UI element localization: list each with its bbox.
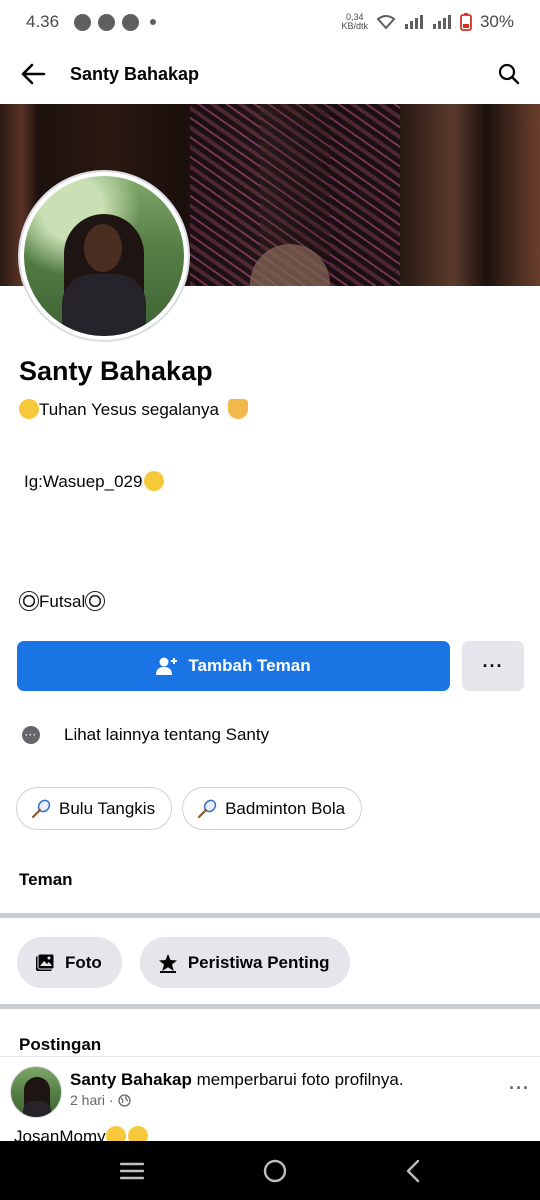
- section-divider: [0, 1004, 540, 1009]
- battery-low-icon: [460, 13, 472, 31]
- star-icon: [158, 953, 177, 973]
- bio-text: Futsal: [39, 592, 86, 611]
- cover-hair-detail: [190, 104, 260, 286]
- avatar-body: [62, 274, 146, 336]
- hushed-face-emoji-icon: [144, 471, 165, 491]
- tab-life-events[interactable]: Peristiwa Penting: [139, 937, 350, 988]
- avatar-image: [24, 176, 184, 336]
- signal-icon-2: [432, 15, 451, 29]
- more-options-label: ···: [482, 655, 504, 676]
- section-divider: [0, 913, 540, 918]
- interest-chip[interactable]: Bulu Tangkis: [16, 787, 173, 830]
- home-icon[interactable]: [262, 1158, 288, 1184]
- profile-name: Santy Bahakap: [19, 356, 213, 386]
- globe-icon: [118, 1093, 131, 1107]
- post-title-line: Santy Bahakap memperbarui foto profilnya…: [70, 1070, 404, 1090]
- more-options-button[interactable]: ···: [462, 641, 524, 691]
- avatar-face: [84, 224, 122, 272]
- tab-photos[interactable]: Foto: [17, 937, 122, 988]
- profile-tabs: Foto Peristiwa Penting: [17, 937, 350, 988]
- post-divider: [0, 1056, 540, 1057]
- arrow-left-icon[interactable]: [20, 63, 46, 85]
- badminton-racket-icon: [31, 799, 51, 818]
- bio-line: Futsal: [19, 591, 106, 612]
- post-author-avatar[interactable]: [10, 1066, 62, 1118]
- post-time[interactable]: 2 hari: [70, 1092, 105, 1108]
- bio-line: Ig:Wasuep_029: [24, 471, 165, 492]
- add-friend-icon: [156, 657, 178, 675]
- interest-label: Bulu Tangkis: [59, 798, 156, 818]
- status-right: 0,34 KB/dtk 30%: [341, 12, 514, 32]
- snapchat-notification-icon: [98, 13, 116, 31]
- recent-apps-icon[interactable]: [119, 1161, 145, 1181]
- see-more-label: Lihat lainnya tentang Santy: [64, 725, 270, 744]
- wifi-icon: [376, 15, 396, 30]
- bio-line: Tuhan Yesus segalanya: [19, 399, 248, 420]
- badminton-racket-icon: [197, 799, 217, 818]
- network-speed-unit: KB/dtk: [341, 21, 368, 31]
- interest-chip[interactable]: Badminton Bola: [182, 787, 363, 830]
- system-navigation-bar: [0, 1141, 540, 1200]
- add-friend-label: Tambah Teman: [188, 656, 311, 675]
- chat-notification-icon: [74, 13, 92, 31]
- post-options-icon[interactable]: ···: [509, 1078, 530, 1099]
- tab-label: Foto: [65, 952, 102, 972]
- soccer-ball-emoji-icon: [85, 591, 106, 611]
- post-meta: 2 hari ·: [70, 1092, 131, 1108]
- soccer-ball-emoji-icon: [19, 591, 39, 611]
- profile-avatar[interactable]: [18, 170, 190, 342]
- cover-hair-detail: [330, 104, 400, 286]
- post-author-name[interactable]: Santy Bahakap: [70, 1070, 192, 1089]
- add-friend-button[interactable]: Tambah Teman: [17, 641, 450, 691]
- meta-separator: ·: [109, 1092, 114, 1108]
- back-nav-icon[interactable]: [405, 1159, 421, 1183]
- profile-header: Santy Bahakap: [0, 44, 540, 104]
- see-more-about-link[interactable]: ··· Lihat lainnya tentang Santy: [22, 725, 269, 745]
- network-speed: 0,34 KB/dtk: [341, 13, 368, 31]
- status-left: 4.36: [26, 12, 157, 32]
- more-notifications-dot-icon: [150, 19, 157, 25]
- compass-notification-icon: [122, 13, 140, 31]
- header-title: Santy Bahakap: [70, 63, 200, 84]
- status-bar: 4.36 0,34 KB/dtk 30%: [0, 0, 540, 44]
- post-action-text: memperbarui foto profilnya.: [196, 1070, 404, 1089]
- signal-icon: [404, 15, 423, 29]
- avatar-body: [23, 1101, 51, 1117]
- posts-section-title: Postingan: [19, 1035, 102, 1054]
- tab-label: Peristiwa Penting: [187, 952, 330, 972]
- smiling-face-emoji-icon: [19, 399, 39, 419]
- post-header: Santy Bahakap memperbarui foto profilnya…: [10, 1066, 530, 1120]
- bio-text: Tuhan Yesus segalanya: [39, 400, 219, 419]
- interests-list: Bulu Tangkis Badminton Bola: [16, 787, 363, 830]
- bio-text: Ig:Wasuep_029: [24, 472, 143, 491]
- more-dots-icon: ···: [22, 726, 40, 744]
- search-icon[interactable]: [498, 63, 520, 85]
- friends-section-title: Teman: [19, 870, 73, 889]
- battery-percent: 30%: [479, 12, 514, 31]
- praying-hands-emoji-icon: [227, 399, 248, 419]
- photo-icon: [36, 953, 55, 971]
- interest-label: Badminton Bola: [225, 798, 346, 818]
- status-time: 4.36: [26, 12, 60, 31]
